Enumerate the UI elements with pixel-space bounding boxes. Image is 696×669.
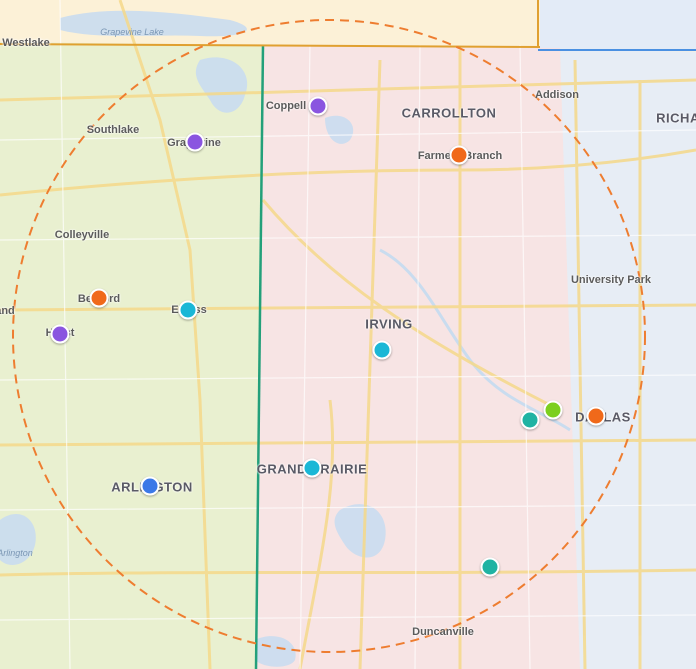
marker-bedford[interactable] bbox=[89, 288, 109, 308]
marker-hurst[interactable] bbox=[50, 324, 70, 344]
marker-dallas-teal[interactable] bbox=[520, 410, 540, 430]
label-southlake: Southlake bbox=[86, 124, 140, 136]
marker-dallas[interactable] bbox=[586, 406, 606, 426]
label-addison: Addison bbox=[535, 89, 579, 101]
marker-dallas-green[interactable] bbox=[543, 400, 563, 420]
label-university-park: University Park bbox=[570, 274, 652, 286]
marker-euless[interactable] bbox=[178, 300, 198, 320]
marker-coppell[interactable] bbox=[308, 96, 328, 116]
label-colleyville: Colleyville bbox=[54, 229, 110, 241]
label-land-left: and bbox=[0, 305, 15, 317]
label-arlington-small: Arlington bbox=[0, 548, 33, 558]
label-duncanville: Duncanville bbox=[412, 626, 474, 638]
marker-grand-prairie[interactable] bbox=[302, 458, 322, 478]
marker-arlington[interactable] bbox=[140, 476, 160, 496]
label-carrollton: CARROLLTON bbox=[401, 105, 497, 121]
marker-irving[interactable] bbox=[372, 340, 392, 360]
label-westlake: Westlake bbox=[2, 37, 50, 49]
region-blue-top bbox=[540, 0, 696, 50]
label-richardson: RICHA bbox=[656, 110, 696, 126]
marker-grapevine[interactable] bbox=[185, 132, 205, 152]
map-canvas[interactable]: Westlake Grapevine Lake Southlake Grapev… bbox=[0, 0, 696, 669]
label-grapevine-lake: Grapevine Lake bbox=[100, 27, 164, 37]
map-base bbox=[0, 0, 696, 669]
marker-south-dallas[interactable] bbox=[480, 557, 500, 577]
label-coppell: Coppell bbox=[265, 100, 307, 112]
marker-farmers-branch[interactable] bbox=[449, 145, 469, 165]
label-irving: IRVING bbox=[365, 316, 413, 332]
